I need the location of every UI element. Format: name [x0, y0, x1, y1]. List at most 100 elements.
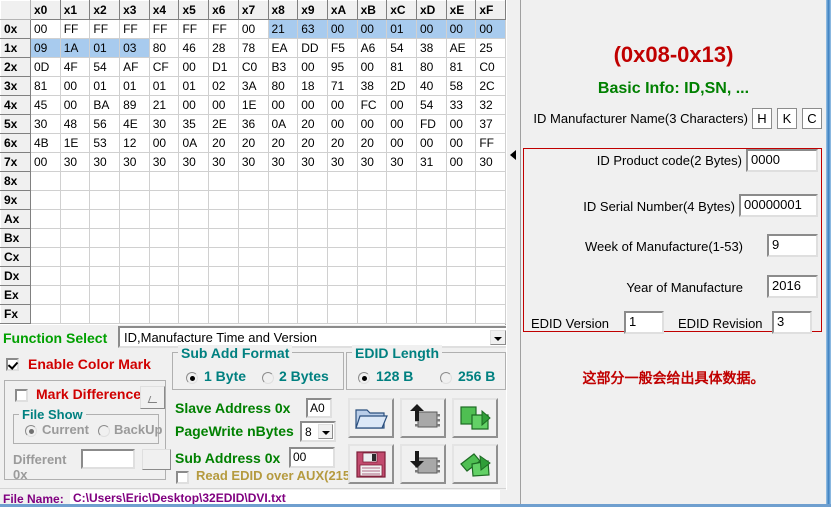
hex-body[interactable]: 0x 00 FF FF FF FF FF FF 00 21 63 00 00 01 00 00 00 1x 09 1A…: [0, 19, 506, 324]
hex-cell[interactable]: 00: [446, 133, 477, 153]
hex-cell[interactable]: 00: [30, 152, 61, 172]
hex-cell[interactable]: 00: [30, 19, 61, 39]
hex-cell[interactable]: [268, 247, 299, 267]
hex-cell[interactable]: [119, 266, 150, 286]
hex-row[interactable]: Ex: [0, 285, 506, 305]
function-select-combobox[interactable]: ID,Manufacture Time and Version: [118, 326, 510, 348]
hex-cell[interactable]: A6: [357, 38, 388, 58]
hex-cell[interactable]: [416, 247, 447, 267]
hex-cell[interactable]: 2E: [208, 114, 239, 134]
hex-cell[interactable]: [149, 228, 180, 248]
hex-cell[interactable]: 00: [475, 19, 506, 39]
enable-color-mark-checkbox[interactable]: [6, 358, 19, 371]
hex-cell[interactable]: [327, 266, 358, 286]
hex-cell[interactable]: [30, 190, 61, 210]
hex-cell[interactable]: [475, 171, 506, 191]
hex-cell[interactable]: 54: [89, 57, 121, 77]
hex-cell[interactable]: 00: [297, 57, 328, 77]
hex-cell[interactable]: 00: [446, 114, 477, 134]
hex-cell[interactable]: [30, 304, 61, 324]
hex-cell[interactable]: [475, 190, 506, 210]
hex-cell[interactable]: 00: [60, 95, 91, 115]
hex-cell[interactable]: [386, 171, 417, 191]
hex-cell[interactable]: [30, 247, 61, 267]
manufacturer-char-2[interactable]: K: [777, 108, 797, 129]
hex-cell[interactable]: FF: [89, 19, 121, 39]
hex-cell[interactable]: 45: [30, 95, 61, 115]
hex-cell[interactable]: [475, 304, 506, 324]
hex-cell[interactable]: [60, 209, 91, 229]
hex-cell[interactable]: 12: [119, 133, 150, 153]
hex-cell[interactable]: FF: [60, 19, 91, 39]
collapse-left-arrow-icon[interactable]: [510, 150, 516, 160]
hex-cell[interactable]: C0: [475, 57, 506, 77]
hex-cell[interactable]: 30: [208, 152, 239, 172]
hex-cell[interactable]: 00: [357, 114, 388, 134]
hex-cell[interactable]: [416, 266, 447, 286]
hex-cell[interactable]: 20: [297, 114, 328, 134]
hex-cell[interactable]: 00: [357, 57, 388, 77]
hex-cell[interactable]: 20: [327, 133, 358, 153]
hex-cell[interactable]: [178, 247, 210, 267]
hex-cell[interactable]: 01: [149, 76, 180, 96]
edid-length-256b-radio[interactable]: [440, 372, 452, 384]
hex-cell[interactable]: 18: [297, 76, 328, 96]
chevron-down-icon[interactable]: [318, 424, 333, 439]
hex-row-header-Cx[interactable]: Cx: [0, 247, 31, 267]
file-show-current-radio[interactable]: [25, 425, 37, 437]
hex-cell[interactable]: 1E: [60, 133, 91, 153]
hex-cell[interactable]: [149, 266, 180, 286]
hex-cell[interactable]: [30, 228, 61, 248]
hex-cell[interactable]: 00: [268, 95, 299, 115]
hex-cell[interactable]: 30: [149, 114, 180, 134]
hex-row[interactable]: Dx: [0, 266, 506, 286]
hex-cell[interactable]: 00: [416, 19, 447, 39]
hex-editor-grid[interactable]: x0 x1 x2 x3 x4 x5 x6 x7 x8 x9 xA xB xC xD xE xF 0x 00 FF F…: [0, 0, 506, 325]
hex-cell[interactable]: 00: [327, 95, 358, 115]
hex-cell[interactable]: [297, 304, 328, 324]
hex-cell[interactable]: 00: [446, 19, 477, 39]
hex-cell[interactable]: [149, 171, 180, 191]
hex-cell[interactable]: F5: [327, 38, 358, 58]
hex-cell[interactable]: 25: [475, 38, 506, 58]
hex-cell[interactable]: [357, 171, 388, 191]
sub-add-1byte-radio[interactable]: [186, 372, 198, 384]
hex-row[interactable]: 7x 00 30 30 30 30 30 30 30 30 30 30 30 30 31 00 30: [0, 152, 506, 172]
hex-cell[interactable]: 00: [297, 95, 328, 115]
hex-row-header-Ax[interactable]: Ax: [0, 209, 31, 229]
hex-cell[interactable]: [119, 304, 150, 324]
hex-cell[interactable]: FF: [119, 19, 150, 39]
hex-cell[interactable]: 30: [357, 152, 388, 172]
hex-cell[interactable]: [386, 285, 417, 305]
hex-cell[interactable]: 00: [327, 19, 358, 39]
hex-row-header-7x[interactable]: 7x: [0, 152, 31, 172]
hex-cell[interactable]: [268, 209, 299, 229]
hex-cell[interactable]: [357, 304, 388, 324]
hex-cell[interactable]: [475, 209, 506, 229]
slave-address-input[interactable]: A0: [306, 398, 332, 418]
hex-cell[interactable]: [149, 304, 180, 324]
hex-col-header-x3[interactable]: x3: [119, 0, 150, 20]
hex-col-header-xB[interactable]: xB: [356, 0, 388, 20]
hex-cell[interactable]: AE: [446, 38, 477, 58]
hex-cell[interactable]: FF: [475, 133, 506, 153]
hex-cell[interactable]: [208, 171, 239, 191]
hex-cell[interactable]: [268, 190, 299, 210]
hex-cell[interactable]: [297, 171, 328, 191]
hex-cell[interactable]: 37: [475, 114, 506, 134]
hex-cell[interactable]: [238, 228, 269, 248]
hex-cell[interactable]: 01: [89, 76, 121, 96]
hex-col-header-x5[interactable]: x5: [178, 0, 210, 20]
hex-cell[interactable]: 54: [386, 38, 417, 58]
hex-cell[interactable]: 81: [30, 76, 61, 96]
hex-cell[interactable]: [268, 228, 299, 248]
hex-cell[interactable]: [89, 209, 121, 229]
hex-cell[interactable]: [119, 209, 150, 229]
hex-cell[interactable]: [446, 190, 477, 210]
hex-cell[interactable]: C0: [238, 57, 269, 77]
hex-cell[interactable]: [297, 285, 328, 305]
hex-cell[interactable]: [268, 266, 299, 286]
hex-cell[interactable]: 1A: [60, 38, 91, 58]
hex-col-header-x4[interactable]: x4: [148, 0, 180, 20]
hex-cell[interactable]: [178, 171, 210, 191]
